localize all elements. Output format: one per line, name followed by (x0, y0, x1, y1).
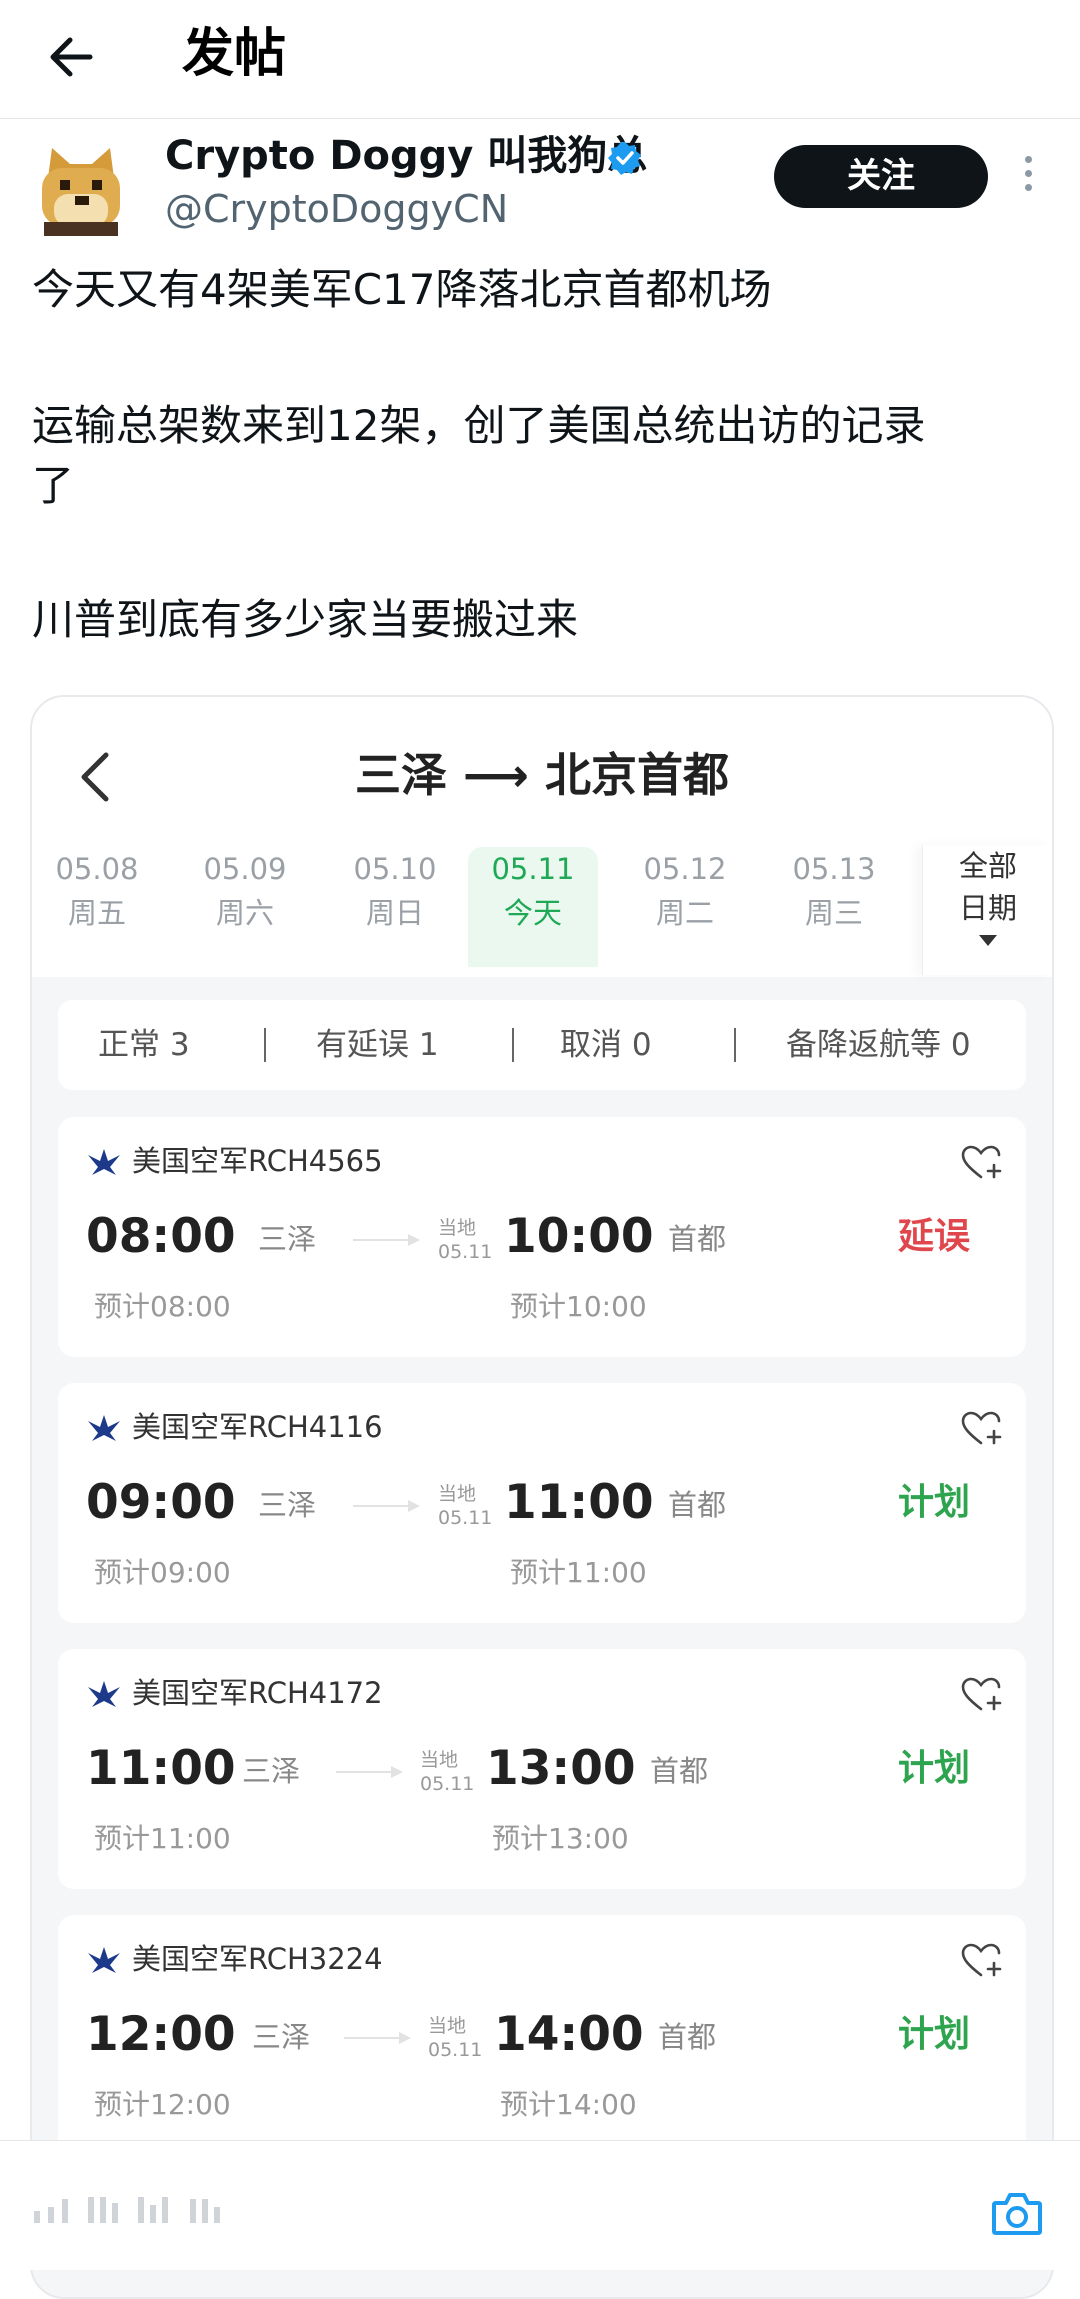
date-tab: 05.08 周五 (55, 852, 139, 930)
arrival-airport: 首都 (668, 1222, 727, 1256)
local-date: 05.11 (438, 1241, 493, 1263)
flight-status: 延误 (898, 1216, 971, 1257)
arrival-estimate: 预计13:00 (492, 1822, 629, 1855)
local-label: 当地 (420, 1749, 459, 1771)
date-tab: 05.10 周日 (353, 852, 437, 930)
flight-airline: 美国空军RCH4116 (132, 1410, 383, 1444)
local-label: 当地 (438, 1217, 477, 1239)
departure-estimate: 预计12:00 (94, 2088, 231, 2121)
departure-estimate: 预计11:00 (94, 1822, 231, 1855)
flight-airline: 美国空军RCH4565 (132, 1144, 383, 1178)
flight-airline: 美国空军RCH4172 (132, 1676, 383, 1710)
doge-avatar-icon[interactable] (30, 138, 132, 240)
route-title: 三泽 ⟶ 北京首都 (355, 748, 729, 802)
caret-down-icon (979, 935, 997, 946)
stat-delayed: 有延误 1 (316, 1027, 439, 1063)
departure-airport: 三泽 (252, 2020, 311, 2054)
heart-add-icon (961, 1677, 1002, 1711)
air-force-logo-icon (88, 1415, 120, 1441)
arrival-time: 13:00 (486, 1741, 636, 1796)
departure-estimate: 预计08:00 (94, 1290, 231, 1323)
verified-badge-icon (608, 142, 641, 175)
local-date: 05.11 (438, 1507, 493, 1529)
all-dates-selector: 全部 日期 (922, 845, 1052, 975)
local-date: 05.11 (420, 1773, 475, 1795)
author-handle[interactable]: @CryptoDoggyCN (165, 184, 508, 234)
flight-card: 美国空军RCH3224 12:00 三泽 当地 05.11 14:00 首都 预… (58, 1915, 1026, 2155)
heart-add-icon (961, 1145, 1002, 1179)
local-label: 当地 (438, 1483, 477, 1505)
date-tab-active: 05.11 今天 (468, 847, 598, 967)
arrival-time: 10:00 (504, 1209, 654, 1264)
heart-add-icon (961, 1943, 1002, 1977)
flight-airline: 美国空军RCH3224 (132, 1942, 383, 1976)
air-force-logo-icon (88, 1149, 120, 1175)
departure-time: 09:00 (86, 1475, 236, 1530)
date-tab: 05.09 周六 (203, 852, 287, 930)
arrival-estimate: 预计14:00 (500, 2088, 637, 2121)
departure-airport: 三泽 (258, 1222, 317, 1256)
departure-airport: 三泽 (258, 1488, 317, 1522)
post-text-line: 运输总架数来到12架，创了美国总统出访的记录 (32, 401, 926, 450)
arrival-time: 11:00 (504, 1475, 654, 1530)
attached-image[interactable]: 三泽 ⟶ 北京首都 05.08 周五 05.09 周六 05.10 周日 05.11 今… (30, 695, 1054, 2299)
stat-cancelled: 取消 0 (560, 1027, 652, 1063)
air-force-logo-icon (88, 1947, 120, 1973)
departure-time: 12:00 (86, 2007, 236, 2062)
author-name[interactable]: Crypto Doggy 叫我狗总 (165, 130, 647, 182)
reply-input[interactable] (34, 2189, 334, 2229)
arrival-airport: 首都 (650, 1754, 709, 1788)
flight-status: 计划 (898, 1748, 971, 1789)
arrival-estimate: 预计10:00 (510, 1290, 647, 1323)
heart-add-icon (961, 1411, 1002, 1445)
flight-card: 美国空军RCH4565 08:00 三泽 当地 05.11 10:00 首都 预… (58, 1117, 1026, 1357)
arrival-time: 14:00 (494, 2007, 644, 2062)
status-summary: 正常 3 有延误 1 取消 0 备降返航等 0 (58, 1000, 1026, 1090)
stat-normal: 正常 3 (98, 1027, 190, 1063)
stat-diverted: 备降返航等 0 (786, 1027, 971, 1063)
air-force-logo-icon (88, 1681, 120, 1707)
departure-estimate: 预计09:00 (94, 1556, 231, 1589)
flight-card: 美国空军RCH4172 11:00 三泽 当地 05.11 13:00 首都 预… (58, 1649, 1026, 1889)
arrival-airport: 首都 (658, 2020, 717, 2054)
departure-time: 08:00 (86, 1209, 236, 1264)
departure-time: 11:00 (86, 1741, 236, 1796)
top-app-bar: 发帖 (0, 0, 1080, 119)
date-tab: 05.12 周二 (643, 852, 727, 930)
post-text-line: 了 (32, 461, 75, 510)
flight-status: 计划 (898, 2014, 971, 2055)
arrival-airport: 首都 (668, 1488, 727, 1522)
reply-bar (0, 2140, 1080, 2270)
more-vertical-icon[interactable] (1016, 156, 1040, 196)
camera-icon[interactable] (990, 2189, 1044, 2237)
date-tab: 05.13 周三 (792, 852, 876, 930)
page-title: 发帖 (182, 24, 287, 84)
departure-airport: 三泽 (242, 1754, 301, 1788)
local-date: 05.11 (428, 2039, 483, 2061)
post-text-line: 川普到底有多少家当要搬过来 (32, 595, 579, 644)
arrival-estimate: 预计11:00 (510, 1556, 647, 1589)
flight-card: 美国空军RCH4116 09:00 三泽 当地 05.11 11:00 首都 预… (58, 1383, 1026, 1623)
follow-button[interactable]: 关注 (774, 145, 988, 208)
post-text-line: 今天又有4架美军C17降落北京首都机场 (32, 265, 772, 314)
local-label: 当地 (428, 2015, 467, 2037)
flight-status: 计划 (898, 1482, 971, 1523)
arrow-left-icon[interactable] (40, 22, 110, 92)
